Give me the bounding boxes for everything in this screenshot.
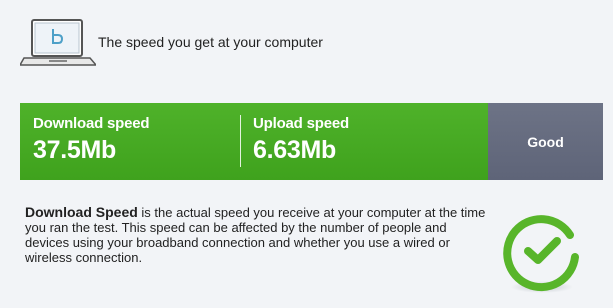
upload-speed-metric: Upload speed 6.63Mb: [253, 115, 349, 165]
laptop-icon: [20, 19, 96, 66]
download-speed-label: Download speed: [33, 115, 150, 132]
speed-results-panel: Download speed 37.5Mb Upload speed 6.63M…: [20, 103, 488, 180]
description-term: Download Speed: [25, 204, 138, 220]
upload-speed-value: 6.63Mb: [253, 136, 336, 164]
download-speed-description: Download Speed is the actual speed you r…: [25, 204, 490, 266]
speed-results-bar: Download speed 37.5Mb Upload speed 6.63M…: [20, 103, 603, 180]
download-speed-value: 37.5Mb: [33, 136, 116, 164]
download-speed-metric: Download speed 37.5Mb: [33, 115, 150, 165]
check-circle-icon: [503, 215, 579, 293]
upload-speed-label: Upload speed: [253, 115, 349, 132]
speed-header: The speed you get at your computer: [20, 18, 580, 74]
metric-divider: [240, 115, 241, 167]
header-title: The speed you get at your computer: [98, 34, 323, 50]
speed-rating-badge: Good: [488, 103, 603, 180]
